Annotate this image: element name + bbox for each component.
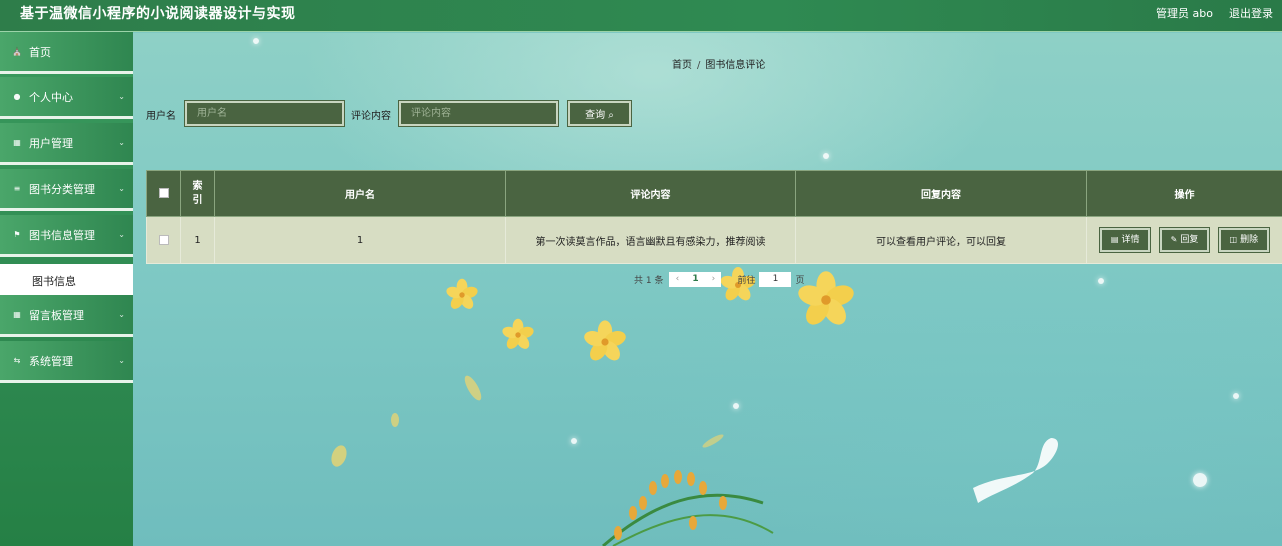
search-icon: ⌕ xyxy=(608,110,614,121)
index-header-label: 索引 xyxy=(192,180,203,206)
sidebar-item-label: 图书信息管理 xyxy=(29,228,95,242)
chevron-down-icon: ⌄ xyxy=(118,138,125,147)
sidebar-item-personal-center[interactable]: ● 个人中心 ⌄ xyxy=(0,77,133,119)
top-header: 基于温微信小程序的小说阅读器设计与实现 管理员 abo 退出登录 xyxy=(0,0,1282,32)
comments-table: 索引 用户名 评论内容 回复内容 操作 1 1 第一次读莫言作品，语言幽默且有感… xyxy=(146,170,1282,264)
sidebar-item-label: 图书分类管理 xyxy=(29,182,95,196)
delete-button[interactable]: ◫ 删除 xyxy=(1217,227,1271,253)
flag-icon: ⚑ xyxy=(13,230,21,239)
comment-search-input[interactable] xyxy=(398,100,559,127)
grid-icon: ▦ xyxy=(13,310,21,319)
select-all-checkbox[interactable] xyxy=(158,188,169,198)
row-reply: 可以查看用户评论，可以回复 xyxy=(795,216,1087,264)
edit-icon: ✎ xyxy=(1170,235,1178,244)
sidebar-item-home[interactable]: ⛪ 首页 xyxy=(0,32,133,74)
pagination-total: 共 1 条 xyxy=(634,276,664,286)
index-header: 索引 xyxy=(180,170,215,217)
sidebar-item-label: 首页 xyxy=(29,45,51,59)
chevron-down-icon: ⌄ xyxy=(118,184,125,193)
reply-header: 回复内容 xyxy=(795,170,1087,217)
trash-icon: ◫ xyxy=(1229,235,1238,244)
reply-button[interactable]: ✎ 回复 xyxy=(1158,227,1211,253)
search-button[interactable]: 查询 ⌕ xyxy=(567,100,632,127)
username-search-input[interactable] xyxy=(184,100,345,127)
prev-page-icon[interactable]: ‹ xyxy=(669,272,686,287)
sidebar-item-user-management[interactable]: ▦ 用户管理 ⌄ xyxy=(0,123,133,165)
submenu-item-book-info[interactable]: 图书信息 xyxy=(0,264,133,297)
select-all-header xyxy=(146,170,181,217)
sidebar-item-system[interactable]: ⇆ 系统管理 ⌄ xyxy=(0,341,133,383)
logout-link[interactable]: 退出登录 xyxy=(1229,5,1273,21)
next-page-icon[interactable]: › xyxy=(705,272,722,287)
sidebar-item-message-board[interactable]: ▦ 留言板管理 ⌄ xyxy=(0,295,133,337)
list-icon: ≡ xyxy=(13,184,21,193)
sidebar-item-label: 系统管理 xyxy=(29,354,73,368)
app-title: 基于温微信小程序的小说阅读器设计与实现 xyxy=(20,6,296,22)
row-select-cell xyxy=(146,216,181,264)
goto-label: 前往 xyxy=(737,276,756,286)
sidebar-item-book-category[interactable]: ≡ 图书分类管理 ⌄ xyxy=(0,169,133,211)
sidebar-item-label: 用户管理 xyxy=(29,136,73,150)
row-actions: ▤ 详情 ✎ 回复 ◫ 删除 xyxy=(1086,216,1282,264)
sliders-icon: ⇆ xyxy=(13,356,21,365)
admin-label[interactable]: 管理员 abo xyxy=(1156,5,1213,21)
breadcrumb: 首页 / 图书信息评论 xyxy=(672,56,765,71)
actions-header: 操作 xyxy=(1086,170,1282,217)
breadcrumb-separator: / xyxy=(697,60,701,71)
chevron-down-icon: ⌄ xyxy=(118,356,125,365)
header-user-area: 管理员 abo 退出登录 xyxy=(1156,5,1273,21)
row-username: 1 xyxy=(214,216,506,264)
comment-header: 评论内容 xyxy=(505,170,796,217)
chevron-down-icon: ⌄ xyxy=(118,230,125,239)
user-icon: ● xyxy=(13,92,21,101)
username-header: 用户名 xyxy=(214,170,506,217)
breadcrumb-home[interactable]: 首页 xyxy=(672,60,692,71)
breadcrumb-current: 图书信息评论 xyxy=(705,60,766,71)
reply-button-label: 回复 xyxy=(1180,235,1199,245)
delete-button-label: 删除 xyxy=(1240,235,1259,245)
row-index: 1 xyxy=(180,216,215,264)
home-icon: ⛪ xyxy=(12,47,22,56)
goto-page-input[interactable]: 1 xyxy=(759,272,792,287)
detail-button-label: 详情 xyxy=(1121,235,1140,245)
comment-label: 评论内容 xyxy=(351,111,391,122)
row-checkbox[interactable] xyxy=(158,234,169,245)
pagination: 共 1 条 ‹ 1 › 前往 1 页 xyxy=(634,272,804,287)
username-label: 用户名 xyxy=(146,111,176,122)
sidebar: ⛪ 首页 ● 个人中心 ⌄ ▦ 用户管理 ⌄ ≡ 图书分类管理 ⌄ ⚑ 图书信息… xyxy=(0,32,133,546)
search-button-label: 查询 xyxy=(585,110,606,121)
table-header-row: 索引 用户名 评论内容 回复内容 操作 xyxy=(146,170,1282,217)
sidebar-item-label: 留言板管理 xyxy=(29,308,84,322)
chevron-down-icon: ⌄ xyxy=(118,310,125,319)
detail-button[interactable]: ▤ 详情 xyxy=(1098,227,1152,253)
row-comment: 第一次读莫言作品，语言幽默且有感染力，推荐阅读 xyxy=(505,216,796,264)
page-number[interactable]: 1 xyxy=(685,272,706,287)
table-row: 1 1 第一次读莫言作品，语言幽默且有感染力，推荐阅读 可以查看用户评论，可以回… xyxy=(146,216,1282,264)
sidebar-item-label: 个人中心 xyxy=(29,90,73,104)
sidebar-item-book-info[interactable]: ⚑ 图书信息管理 ⌄ xyxy=(0,215,133,257)
page-suffix: 页 xyxy=(795,276,805,286)
grid-icon: ▦ xyxy=(13,138,21,147)
document-icon: ▤ xyxy=(1110,235,1119,244)
chevron-down-icon: ⌄ xyxy=(118,92,125,101)
